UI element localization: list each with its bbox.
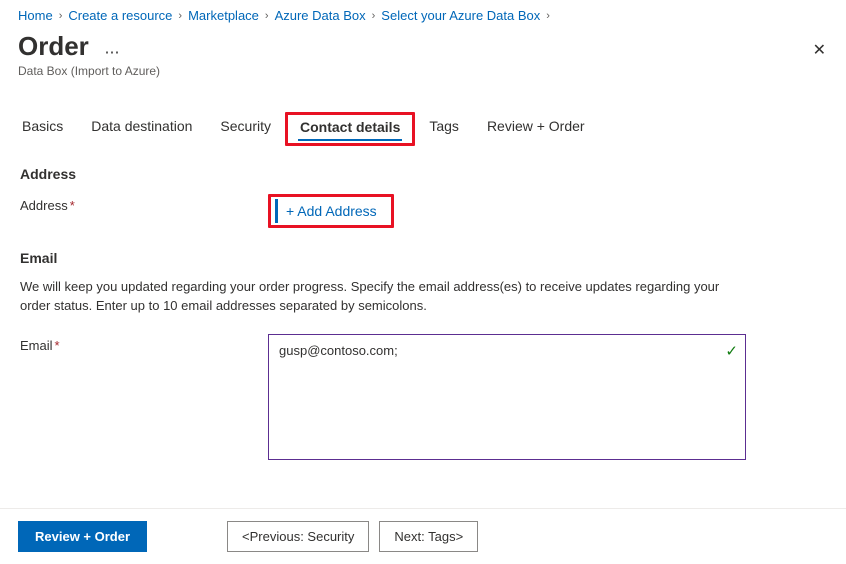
add-address-button[interactable]: + Add Address [275,199,387,223]
add-address-highlight: + Add Address [268,194,394,228]
address-label-text: Address [20,198,68,213]
tab-contact-details[interactable]: Contact details [285,112,415,146]
page-subtitle: Data Box (Import to Azure) [18,64,828,78]
review-order-button[interactable]: Review + Order [18,521,147,552]
chevron-right-icon: › [546,10,550,22]
breadcrumb-azure-data-box[interactable]: Azure Data Box [275,8,366,23]
email-description: We will keep you updated regarding your … [20,278,740,316]
previous-button[interactable]: <Previous: Security [227,521,369,552]
address-field-row: Address* + Add Address [20,194,826,228]
close-icon[interactable]: ✕ [813,40,826,60]
next-button[interactable]: Next: Tags> [379,521,478,552]
tabs: Basics Data destination Security Contact… [0,84,846,146]
chevron-right-icon: › [265,10,269,22]
email-input-wrap: ✓ [268,334,746,463]
checkmark-icon: ✓ [725,342,738,360]
more-actions-icon[interactable]: ⋯ [104,43,119,61]
breadcrumb-create-resource[interactable]: Create a resource [68,8,172,23]
content-pane: Address Address* + Add Address Email We … [0,146,846,463]
footer-bar: Review + Order <Previous: Security Next:… [0,508,846,564]
address-section-title: Address [20,166,826,182]
email-field-row: Email* ✓ [20,334,826,463]
breadcrumb-home[interactable]: Home [18,8,53,23]
breadcrumb: Home › Create a resource › Marketplace ›… [0,0,846,27]
breadcrumb-select-data-box[interactable]: Select your Azure Data Box [381,8,540,23]
page-header: Order ⋯ Data Box (Import to Azure) [0,27,846,84]
email-section-title: Email [20,250,826,266]
required-asterisk: * [70,198,75,213]
chevron-right-icon: › [372,10,376,22]
tab-data-destination[interactable]: Data destination [77,112,206,146]
required-asterisk: * [55,338,60,353]
page-title: Order [18,31,89,62]
tab-basics[interactable]: Basics [18,112,77,146]
email-field-label: Email* [20,334,268,353]
chevron-right-icon: › [178,10,182,22]
tab-security[interactable]: Security [206,112,285,146]
chevron-right-icon: › [59,10,63,22]
email-label-text: Email [20,338,53,353]
tab-tags[interactable]: Tags [415,112,473,146]
tab-review-order[interactable]: Review + Order [473,112,599,146]
email-input[interactable] [268,334,746,460]
breadcrumb-marketplace[interactable]: Marketplace [188,8,259,23]
address-field-label: Address* [20,194,268,213]
